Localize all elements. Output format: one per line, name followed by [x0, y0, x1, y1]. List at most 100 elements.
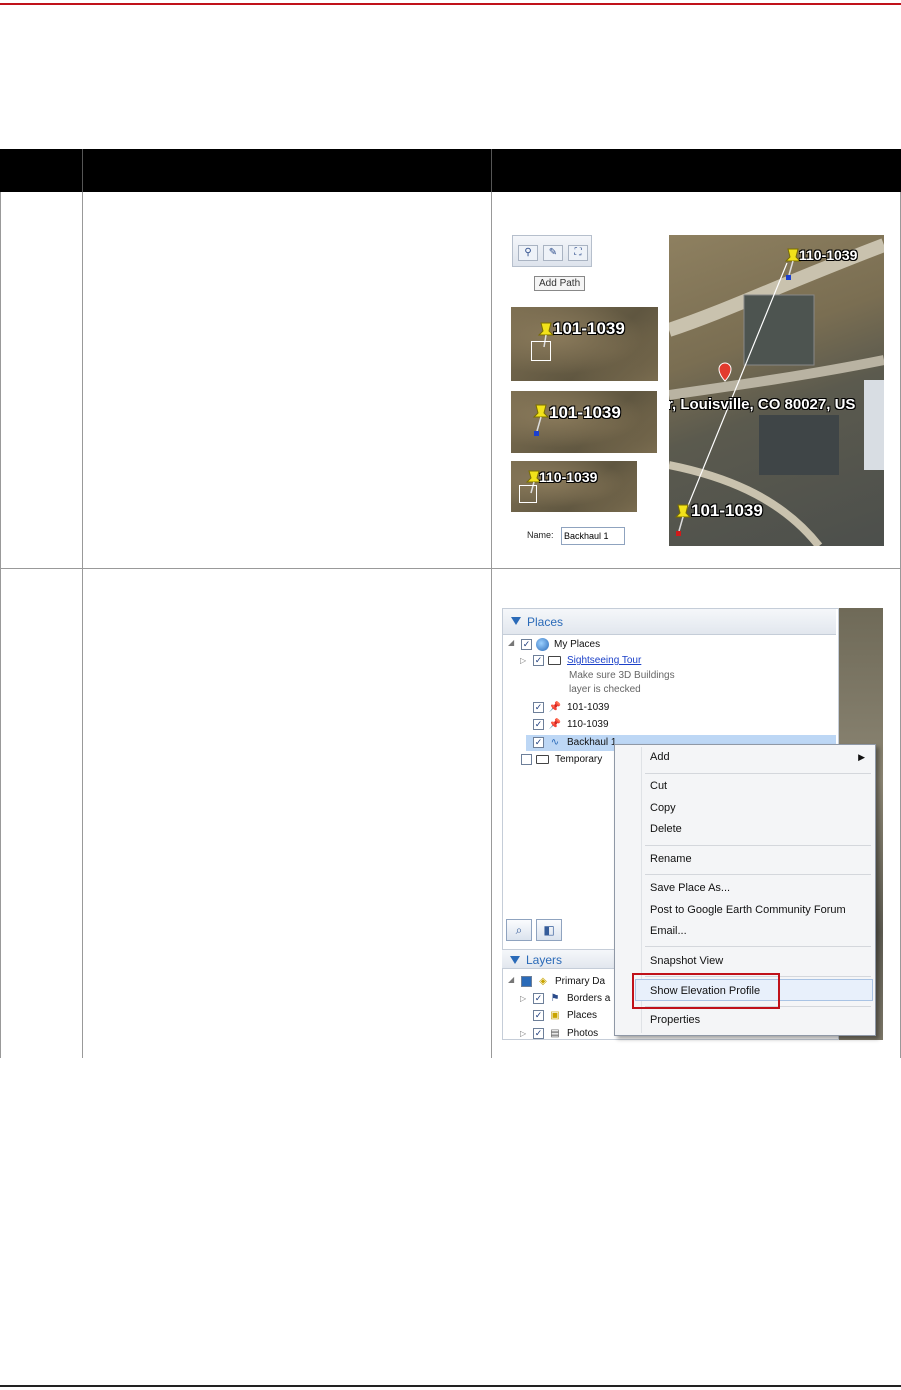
search-button[interactable]: ⌕	[506, 919, 532, 941]
expand-arrow-icon[interactable]: ◢	[508, 975, 514, 984]
pushpin-icon	[674, 504, 692, 536]
menu-item-post-forum[interactable]: Post to Google Earth Community Forum	[650, 904, 846, 916]
tree-item-pin-1[interactable]: ✓ 📌 101-1039	[533, 700, 609, 715]
header-divider	[82, 149, 83, 192]
map-pin-label: 110-1039	[799, 247, 858, 263]
layer-label: Borders a	[567, 993, 611, 1004]
checkbox[interactable]: ✓	[533, 1028, 544, 1039]
expand-arrow-icon[interactable]: ▷	[520, 656, 526, 665]
checkbox[interactable]: ✓	[533, 719, 544, 730]
menu-item-save-place-as[interactable]: Save Place As...	[650, 882, 730, 894]
layer-photos[interactable]: ✓ ▤ Photos	[533, 1026, 598, 1041]
column-divider	[491, 192, 492, 1058]
menu-item-cut[interactable]: Cut	[650, 780, 667, 792]
places-header[interactable]: Places	[503, 609, 836, 635]
menu-separator	[645, 773, 871, 774]
folder-icon	[548, 656, 561, 665]
tree-note: layer is checked	[569, 684, 641, 695]
checkbox[interactable]: ✓	[533, 702, 544, 713]
add-overlay-button[interactable]: ⛶	[568, 245, 588, 261]
column-divider	[0, 192, 1, 1058]
path-icon: ∿	[550, 737, 560, 748]
tree-label: 101-1039	[567, 702, 610, 713]
pin-crop-2: 101-1039	[511, 391, 657, 453]
menu-item-copy[interactable]: Copy	[650, 802, 676, 814]
tree-item-path[interactable]: ✓ ∿ Backhaul 1	[533, 735, 616, 750]
crosshair-icon	[519, 485, 537, 503]
tree-label: Temporary	[555, 754, 603, 765]
submenu-arrow-icon: ▶	[858, 752, 865, 762]
row-divider	[0, 568, 901, 569]
add-path-button[interactable]: ✎	[543, 245, 563, 261]
pin-label: 110-1039	[539, 469, 598, 485]
yellow-pushpin-icon: 📌	[548, 702, 562, 713]
name-input[interactable]: Backhaul 1	[561, 527, 625, 545]
menu-separator	[645, 874, 871, 875]
collapse-triangle-icon[interactable]	[511, 617, 521, 625]
tree-label: 110-1039	[567, 719, 609, 730]
tree-item-temporary[interactable]: Temporary	[521, 752, 602, 767]
path-map: 110-1039 r, Louisville, CO 80027, US 101…	[669, 235, 884, 546]
bottom-rule	[0, 1385, 901, 1387]
layer-borders[interactable]: ✓ ⚑ Borders a	[533, 991, 610, 1006]
menu-item-snapshot[interactable]: Snapshot View	[650, 955, 723, 967]
map-features	[669, 238, 884, 546]
checkbox[interactable]	[521, 754, 532, 765]
tree-item-my-places[interactable]: ✓ My Places	[521, 637, 600, 652]
crosshair-icon	[531, 341, 551, 361]
menu-item-rename[interactable]: Rename	[650, 853, 692, 865]
checkbox[interactable]: ✓	[533, 1010, 544, 1021]
places-layer-icon: ▣	[550, 1010, 560, 1021]
pin-crop-1: 101-1039	[511, 307, 658, 381]
layer-label: Places	[567, 1010, 598, 1021]
tree-label: Backhaul 1	[567, 737, 617, 748]
expand-arrow-icon[interactable]: ▷	[520, 1029, 526, 1038]
menu-separator	[645, 946, 871, 947]
expand-arrow-icon[interactable]: ▷	[520, 994, 526, 1003]
panel-tools: ⌕ ◧	[506, 919, 566, 943]
menu-item-properties[interactable]: Properties	[650, 1014, 700, 1026]
tree-label: My Places	[554, 639, 601, 650]
add-path-tooltip: Add Path	[534, 276, 586, 291]
menu-item-delete[interactable]: Delete	[650, 823, 682, 835]
menu-separator	[645, 845, 871, 846]
checkbox[interactable]: ✓	[533, 993, 544, 1004]
yellow-pushpin-icon: 📌	[548, 719, 562, 730]
name-field-row: Name: Backhaul 1	[521, 523, 629, 549]
add-path-toolbar: ⚲ ✎ ⛶ Add Path	[512, 235, 592, 297]
photos-icon: ▤	[550, 1028, 560, 1039]
map-pin-label: 101-1039	[691, 501, 763, 520]
tree-item-pin-2[interactable]: ✓ 📌 110-1039	[533, 717, 609, 732]
pin-label: 101-1039	[553, 319, 625, 338]
header-divider	[491, 149, 492, 192]
column-divider	[82, 192, 83, 1058]
checkbox[interactable]: ✓	[533, 655, 544, 666]
tree-item-sightseeing[interactable]: ✓ Sightseeing Tour	[533, 653, 641, 668]
layers-icon: ◈	[539, 976, 547, 987]
globe-icon	[536, 638, 549, 651]
placemark-button[interactable]: ⚲	[518, 245, 538, 261]
checkbox[interactable]: ✓	[521, 639, 532, 650]
folder-icon	[536, 755, 549, 764]
layer-label: Primary Da	[555, 976, 606, 987]
checkbox[interactable]	[521, 976, 532, 987]
collapse-triangle-icon[interactable]	[510, 956, 520, 964]
name-label: Name:	[527, 530, 554, 540]
pin-label: 101-1039	[549, 403, 621, 422]
layer-primary[interactable]: ◈ Primary Da	[521, 974, 605, 989]
top-rule	[0, 3, 901, 5]
expand-arrow-icon[interactable]: ◢	[508, 638, 514, 647]
checkbox[interactable]: ✓	[533, 737, 544, 748]
layer-places[interactable]: ✓ ▣ Places	[533, 1008, 597, 1023]
places-title: Places	[527, 615, 564, 629]
table-header	[0, 149, 901, 192]
address-label: r, Louisville, CO 80027, US	[669, 396, 856, 413]
tree-note: Make sure 3D Buildings	[569, 670, 675, 681]
elevation-highlight-box	[632, 973, 780, 1009]
flag-icon: ⚑	[550, 993, 560, 1004]
menu-item-add[interactable]: Add	[650, 751, 670, 763]
menu-item-email[interactable]: Email...	[650, 925, 687, 937]
pin-crop-3: 110-1039	[511, 461, 637, 512]
tree-link[interactable]: Sightseeing Tour	[567, 655, 641, 666]
toggle-panel-button[interactable]: ◧	[536, 919, 562, 941]
